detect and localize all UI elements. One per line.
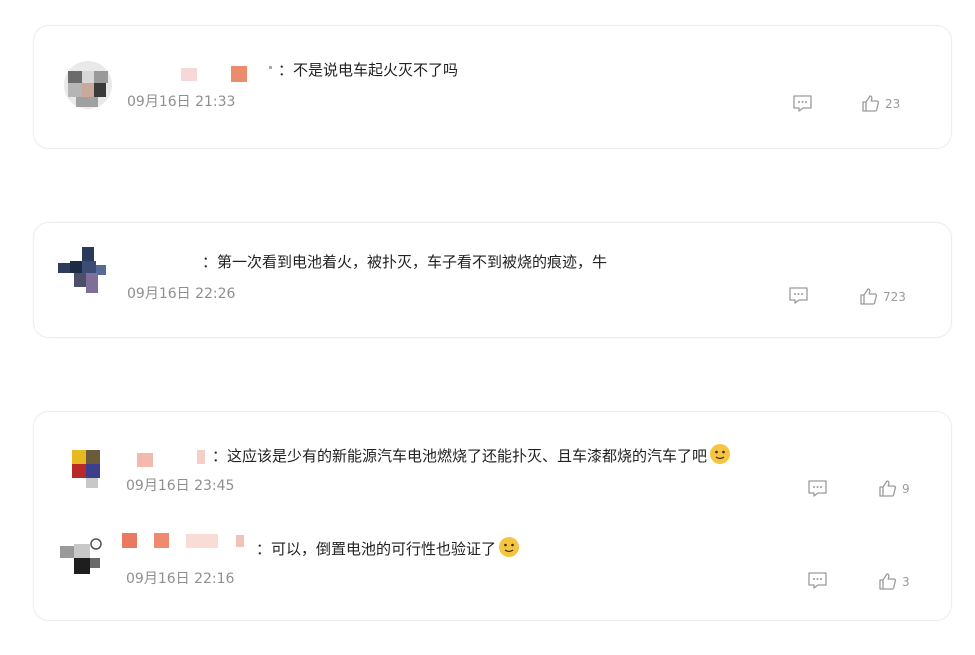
comment-bubble-icon [808, 572, 827, 589]
comment-text: ：这应该是少有的新能源汽车电池燃烧了还能扑灭、且车漆都烧的汽车了吧 [212, 443, 731, 470]
thumbs-up-icon [879, 480, 897, 497]
like-button[interactable]: 23 [861, 94, 900, 113]
comment-text: ：可以，倒置电池的可行性也验证了 [256, 536, 520, 563]
like-button[interactable]: 723 [859, 287, 906, 306]
comment-time: 09月16日 23:45 [126, 478, 235, 494]
like-count: 3 [902, 574, 910, 589]
doge-emoji [709, 443, 731, 470]
comment-bubble-icon [793, 95, 812, 112]
thumbs-up-icon [879, 573, 897, 590]
username-blurred[interactable] [137, 450, 207, 467]
avatar[interactable] [62, 59, 114, 111]
comment-text: ：第一次看到电池着火，被扑灭，车子看不到被烧的痕迹，牛 [202, 253, 608, 271]
avatar[interactable] [66, 444, 118, 496]
comment-card: ：不是说电车起火灭不了吗 09月16日 21:33 23 [33, 25, 952, 149]
like-button[interactable]: 3 [878, 572, 910, 591]
thumbs-up-icon [862, 95, 880, 112]
like-count: 9 [902, 481, 910, 496]
reply-button[interactable] [807, 571, 828, 590]
like-button[interactable]: 9 [878, 479, 910, 498]
avatar[interactable] [56, 532, 108, 584]
comment-text: ：不是说电车起火灭不了吗 [278, 61, 459, 79]
username-blurred[interactable] [181, 66, 272, 82]
reply-button[interactable] [792, 94, 813, 113]
comment-time: 09月16日 22:26 [127, 286, 236, 302]
like-count: 723 [883, 289, 906, 304]
avatar[interactable] [56, 245, 108, 297]
comment-time: 09月16日 22:16 [126, 571, 235, 587]
doge-emoji [498, 536, 520, 563]
like-count: 23 [885, 96, 901, 111]
reply-button[interactable] [807, 479, 828, 498]
reply-button[interactable] [788, 286, 809, 305]
comment-bubble-icon [789, 287, 808, 304]
comment-card: ：第一次看到电池着火，被扑灭，车子看不到被烧的痕迹，牛 09月16日 22:26… [33, 222, 952, 338]
username-blurred[interactable] [122, 533, 252, 549]
comment-bubble-icon [808, 480, 827, 497]
comment-card: ：这应该是少有的新能源汽车电池燃烧了还能扑灭、且车漆都烧的汽车了吧 09月16日… [33, 411, 952, 621]
thumbs-up-icon [860, 288, 878, 305]
comment-time: 09月16日 21:33 [127, 94, 236, 110]
